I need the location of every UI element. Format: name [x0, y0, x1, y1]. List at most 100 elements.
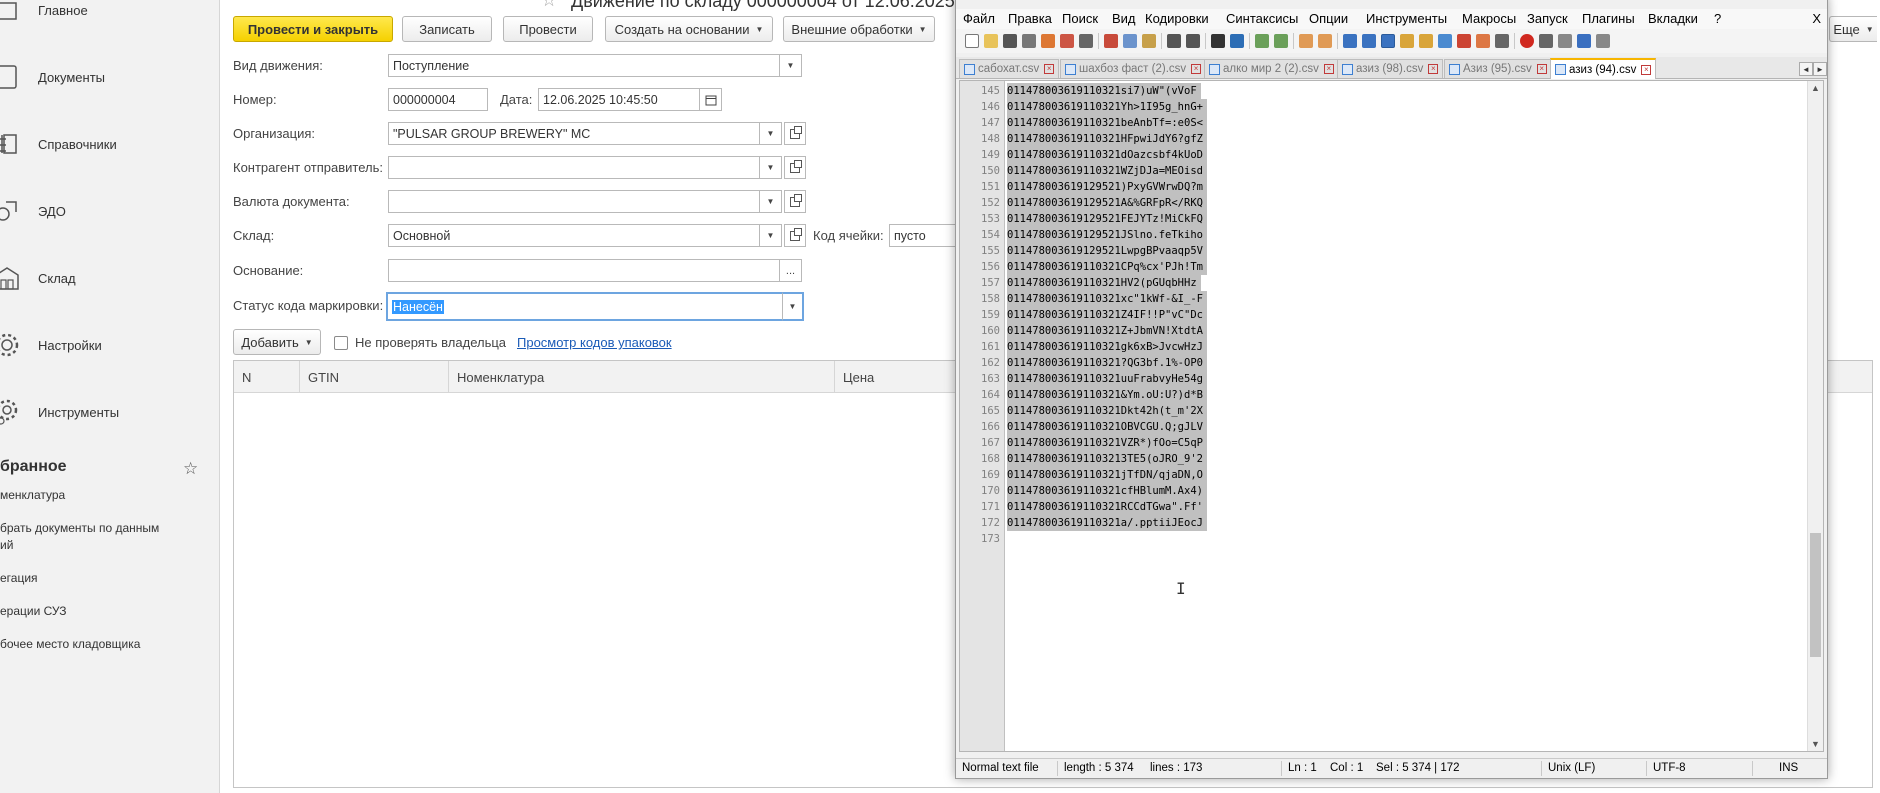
close-all-icon[interactable]: [1060, 34, 1074, 48]
save-icon[interactable]: [1003, 34, 1017, 48]
sidebar-item-tools[interactable]: Инструменты: [0, 392, 220, 432]
menu-tools[interactable]: Инструменты: [1366, 11, 1447, 26]
code-line[interactable]: 011478003619110321WZjDJa=MEOisd: [1007, 163, 1207, 179]
file-tab[interactable]: сабохат.csv ×: [959, 59, 1060, 78]
currency-field[interactable]: [388, 190, 760, 213]
code-line[interactable]: 011478003619110321&Ym.oU:U?)d*B: [1007, 387, 1207, 403]
code-line[interactable]: 011478003619110321Z4IF!!P"vC"Dc: [1007, 307, 1207, 323]
code-line[interactable]: 011478003619110321a/.pptiiJEocJ: [1007, 515, 1207, 531]
code-line[interactable]: 011478003619110321uuFrabvyHe54g: [1007, 371, 1207, 387]
favorite-item[interactable]: менклатура: [0, 488, 65, 502]
npp-editor[interactable]: 145 146 147 148 149 150 151 152 153 154 155 156 157 1…: [959, 80, 1824, 752]
marking-status-dropdown-icon[interactable]: ▼: [782, 292, 804, 321]
menu-macros[interactable]: Макросы: [1462, 11, 1516, 26]
favorites-star-icon[interactable]: ☆: [183, 459, 198, 479]
organization-field[interactable]: "PULSAR GROUP BREWERY" MC: [388, 122, 760, 145]
language-icon[interactable]: [1400, 34, 1414, 48]
code-line[interactable]: 011478003619110321dOazcsbf4kUoD: [1007, 147, 1207, 163]
menu-tabs[interactable]: Вкладки: [1648, 11, 1698, 26]
close-tab-icon[interactable]: ×: [1191, 64, 1202, 74]
code-line[interactable]: 011478003619110321Z+JbmVN!XtdtA: [1007, 323, 1207, 339]
word-wrap-icon[interactable]: [1343, 34, 1357, 48]
movement-type-field[interactable]: Поступление: [388, 54, 780, 77]
menu-options[interactable]: Опции: [1309, 11, 1348, 26]
menu-run[interactable]: Запуск: [1527, 11, 1568, 26]
file-tab[interactable]: Азиз (95).csv ×: [1444, 59, 1552, 78]
menu-view[interactable]: Вид: [1112, 11, 1136, 26]
create-based-on-button[interactable]: Создать на основании ▼: [605, 16, 773, 42]
print-icon[interactable]: [1079, 34, 1093, 48]
play-macro-icon[interactable]: [1558, 34, 1572, 48]
sidebar-item-warehouse[interactable]: Склад: [0, 258, 220, 298]
close-tab-icon[interactable]: ×: [1044, 64, 1055, 74]
code-line[interactable]: 011478003619110321RCCdTGwa".Ff': [1007, 499, 1207, 515]
record-macro-icon[interactable]: [1520, 34, 1534, 48]
basis-field[interactable]: [388, 259, 780, 282]
replace-icon[interactable]: [1230, 34, 1244, 48]
counterparty-field[interactable]: [388, 156, 760, 179]
sidebar-item-catalogs[interactable]: Справочники: [0, 124, 220, 164]
menu-plugins[interactable]: Плагины: [1582, 11, 1635, 26]
cut-icon[interactable]: [1104, 34, 1118, 48]
file-tab[interactable]: шахбоз фаст (2).csv ×: [1060, 59, 1207, 78]
favorite-item[interactable]: бочее место кладовщика: [0, 637, 140, 651]
menu-edit[interactable]: Правка: [1008, 11, 1052, 26]
open-organization-icon[interactable]: [784, 122, 806, 145]
find-icon[interactable]: [1211, 34, 1225, 48]
warehouse-dropdown-icon[interactable]: ▼: [760, 224, 782, 247]
calendar-icon[interactable]: [700, 88, 722, 111]
paste-icon[interactable]: [1142, 34, 1156, 48]
menu-encoding[interactable]: Кодировки: [1145, 11, 1209, 26]
zoom-out-icon[interactable]: [1274, 34, 1288, 48]
post-button[interactable]: Провести: [503, 16, 593, 42]
sidebar-item-edo[interactable]: ЭДО: [0, 191, 220, 231]
open-file-icon[interactable]: [984, 34, 998, 48]
code-line[interactable]: 011478003619129521A&%GRFpR</RKQ: [1007, 195, 1207, 211]
post-and-close-button[interactable]: Провести и закрыть: [233, 16, 393, 42]
stop-macro-icon[interactable]: [1539, 34, 1553, 48]
folder-workspace-icon[interactable]: [1457, 34, 1471, 48]
add-button[interactable]: Добавить ▼: [233, 329, 321, 355]
function-list-icon[interactable]: [1438, 34, 1452, 48]
code-line[interactable]: 011478003619110321HFpwiJdY6?gfZ: [1007, 131, 1207, 147]
code-line[interactable]: 011478003619110321?QG3bf.1%-OP0: [1007, 355, 1207, 371]
file-tab-active[interactable]: азиз (94).csv ×: [1550, 58, 1657, 79]
code-line[interactable]: 0114780036191103213TE5(oJRO_9'2: [1007, 451, 1207, 467]
scroll-down-icon[interactable]: ▼: [1811, 739, 1820, 749]
code-line[interactable]: 011478003619110321beAnbTf=:e0S<: [1007, 115, 1207, 131]
code-line[interactable]: 011478003619110321gk6xB>JvcwHzJ: [1007, 339, 1207, 355]
save-all-icon[interactable]: [1022, 34, 1036, 48]
doc-map-icon[interactable]: [1419, 34, 1433, 48]
open-warehouse-icon[interactable]: [784, 224, 806, 247]
file-tab[interactable]: алко мир 2 (2).csv ×: [1204, 59, 1339, 78]
code-line[interactable]: 011478003619110321xc"1kWf-&I_-F: [1007, 291, 1207, 307]
save-button[interactable]: Записать: [402, 16, 492, 42]
code-line[interactable]: 0114780036191103​21si7)uW"(vVoF: [1007, 83, 1201, 99]
no-owner-check-checkbox[interactable]: [334, 336, 348, 350]
monitoring-icon[interactable]: [1476, 34, 1490, 48]
warehouse-field[interactable]: Основной: [388, 224, 760, 247]
favorite-item[interactable]: егация: [0, 571, 38, 585]
external-processing-button[interactable]: Внешние обработки ▼: [783, 16, 935, 42]
npp-close-document-icon[interactable]: X: [1812, 11, 1821, 26]
scrollbar-thumb[interactable]: [1810, 533, 1821, 657]
menu-syntax[interactable]: Синтаксисы: [1226, 11, 1298, 26]
column-header-price[interactable]: Цена: [835, 361, 965, 393]
more-button[interactable]: Еще ▼: [1829, 16, 1877, 42]
code-line[interactable]: 011478003619110321VZR*)fOo=C5qP: [1007, 435, 1207, 451]
undo-icon[interactable]: [1167, 34, 1181, 48]
close-tab-icon[interactable]: ×: [1641, 64, 1652, 75]
column-header-gtin[interactable]: GTIN: [300, 361, 449, 393]
code-line[interactable]: 011478003619110321cfHBlumM.Ax4): [1007, 483, 1207, 499]
menu-search[interactable]: Поиск: [1062, 11, 1098, 26]
menu-file[interactable]: Файл: [963, 11, 995, 26]
code-line[interactable]: 011478003619129521LwpgBPvaaqp5V: [1007, 243, 1207, 259]
code-line[interactable]: 011478003619110321OBVCGU.Q;gJLV: [1007, 419, 1207, 435]
code-line[interactable]: 011478003619110321jTfDN/qjaDN,O: [1007, 467, 1207, 483]
sidebar-item-settings[interactable]: Настройки: [0, 325, 220, 365]
code-line[interactable]: 011478003619110321HV2(pGUqbHHz: [1007, 275, 1201, 291]
basis-select-button[interactable]: ...: [780, 259, 802, 282]
save-macro-icon[interactable]: [1596, 34, 1610, 48]
code-line[interactable]: 011478003619110321Dkt42h(t_m'2X: [1007, 403, 1207, 419]
zoom-in-icon[interactable]: [1255, 34, 1269, 48]
